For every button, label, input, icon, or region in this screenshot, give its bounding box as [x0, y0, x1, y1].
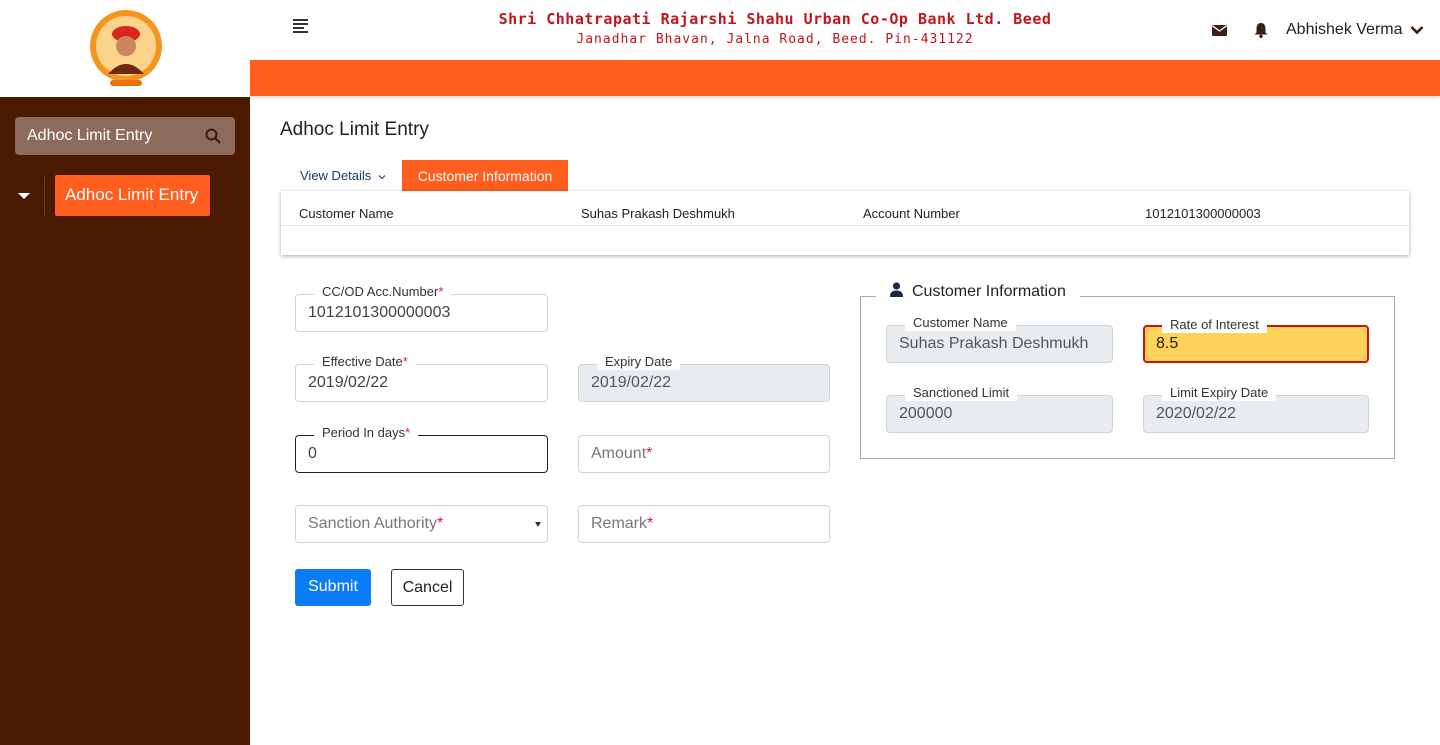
sidebar-item-adhoc-limit-entry[interactable]: Adhoc Limit Entry: [55, 175, 210, 216]
customer-info-legend: Customer Information: [876, 281, 1080, 303]
expiry-date-field: Expiry Date 2019/02/22: [578, 354, 830, 402]
rate-of-interest-value: 8.5: [1156, 335, 1179, 352]
logo-area: [0, 0, 250, 97]
limit-expiry-date-field: Limit Expiry Date 2020/02/22: [1143, 385, 1369, 433]
info-customer-name-value: Suhas Prakash Deshmukh: [899, 335, 1089, 352]
sanctioned-limit-label: Sanctioned Limit: [905, 385, 1018, 401]
page-title: Adhoc Limit Entry: [280, 119, 429, 140]
info-customer-name-field: Customer Name Suhas Prakash Deshmukh: [886, 315, 1113, 363]
bank-address: Janadhar Bhavan, Jalna Road, Beed. Pin-4…: [576, 32, 974, 47]
sidebar-divider: [44, 177, 45, 215]
ccod-account-label: CC/OD Acc.Number*: [314, 284, 452, 300]
effective-date-label: Effective Date*: [314, 354, 416, 370]
tab-customer-information[interactable]: Customer Information: [402, 160, 568, 191]
summary-account-number-label: Account Number: [863, 206, 960, 221]
amount-field[interactable]: Amount*: [578, 435, 830, 473]
customer-info-legend-text: Customer Information: [912, 283, 1066, 300]
chevron-down-icon: [378, 174, 386, 179]
header-band: [250, 60, 1440, 96]
effective-date-field[interactable]: Effective Date* 2019/02/22: [295, 354, 548, 402]
limit-expiry-date-value: 2020/02/22: [1156, 405, 1237, 422]
sanctioned-limit-value: 200000: [899, 405, 953, 422]
sidebar-search[interactable]: Adhoc Limit Entry: [15, 117, 235, 155]
sanctioned-limit-field: Sanctioned Limit 200000: [886, 385, 1113, 433]
amount-placeholder: Amount: [591, 445, 647, 462]
ccod-account-value: 1012101300000003: [308, 304, 451, 321]
period-days-value: 0: [308, 445, 317, 462]
bank-logo: [90, 10, 162, 86]
caret-down-icon[interactable]: [18, 193, 30, 199]
tab-view-details[interactable]: View Details: [300, 168, 386, 183]
submit-button[interactable]: Submit: [295, 569, 371, 606]
ccod-account-field[interactable]: CC/OD Acc.Number* 1012101300000003: [295, 284, 548, 332]
sidebar: Adhoc Limit Entry Adhoc Limit Entry: [0, 97, 250, 745]
limit-expiry-date-label: Limit Expiry Date: [1162, 385, 1277, 401]
expiry-date-label: Expiry Date: [597, 354, 681, 370]
remark-placeholder: Remark: [591, 515, 648, 532]
chevron-down-icon[interactable]: [1410, 25, 1424, 35]
summary-customer-name-value: Suhas Prakash Deshmukh: [581, 206, 735, 221]
summary-account-number-value: 1012101300000003: [1145, 206, 1261, 221]
summary-customer-name-label: Customer Name: [299, 206, 394, 221]
remark-field[interactable]: Remark*: [578, 505, 830, 543]
sanction-authority-placeholder: Sanction Authority: [308, 515, 437, 532]
user-icon: [890, 282, 903, 297]
info-customer-name-label: Customer Name: [905, 315, 1016, 331]
rate-of-interest-label: Rate of Interest: [1162, 317, 1267, 333]
period-days-label: Period In days*: [314, 425, 419, 441]
sanction-authority-select[interactable]: Sanction Authority*: [295, 505, 548, 543]
cancel-button[interactable]: Cancel: [391, 569, 464, 606]
expiry-date-value: 2019/02/22: [591, 374, 672, 391]
mail-icon[interactable]: [1212, 25, 1227, 36]
rate-of-interest-field[interactable]: Rate of Interest 8.5: [1143, 317, 1369, 363]
divider: [281, 225, 1409, 226]
sidebar-search-label: Adhoc Limit Entry: [27, 127, 153, 144]
tab-view-details-label: View Details: [300, 168, 372, 183]
search-icon[interactable]: [205, 128, 221, 144]
customer-summary-card: Customer Name Suhas Prakash Deshmukh Acc…: [281, 191, 1409, 255]
caret-down-icon: [535, 522, 541, 527]
bell-icon[interactable]: [1254, 22, 1268, 38]
period-days-field[interactable]: Period In days* 0: [295, 425, 548, 473]
top-bar: Shri Chhatrapati Rajarshi Shahu Urban Co…: [250, 0, 1440, 60]
user-menu[interactable]: Abhishek Verma: [1286, 21, 1403, 39]
bank-name: Shri Chhatrapati Rajarshi Shahu Urban Co…: [498, 10, 1052, 28]
effective-date-value: 2019/02/22: [308, 374, 389, 391]
